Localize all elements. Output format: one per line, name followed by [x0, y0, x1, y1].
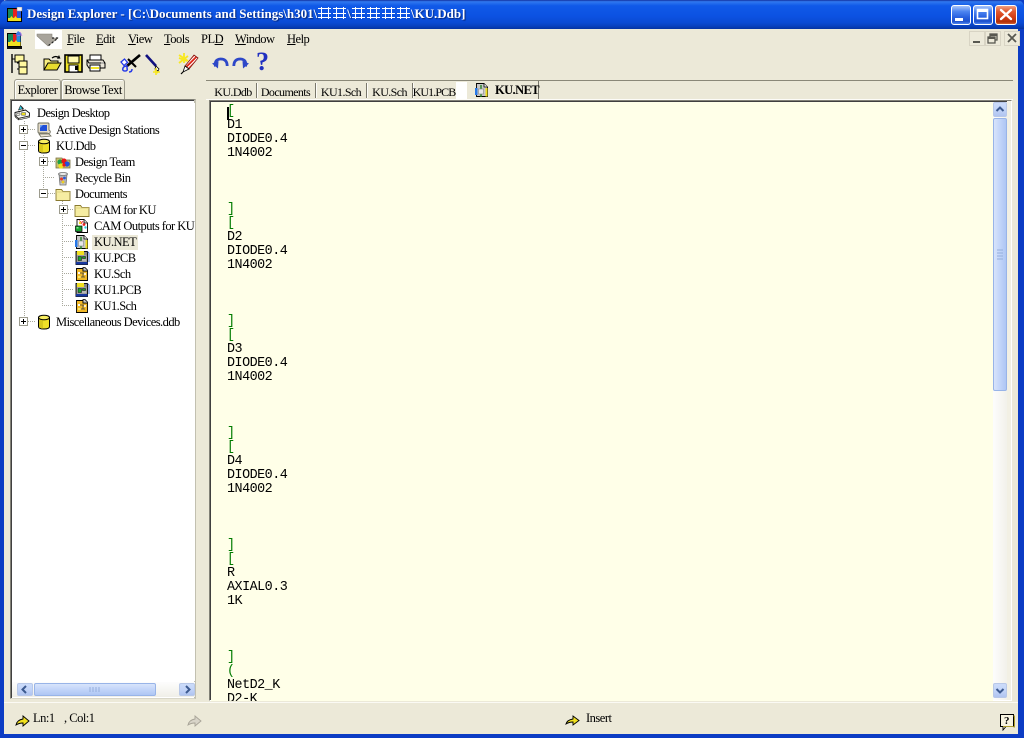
svg-text:?: ?	[1004, 715, 1009, 727]
